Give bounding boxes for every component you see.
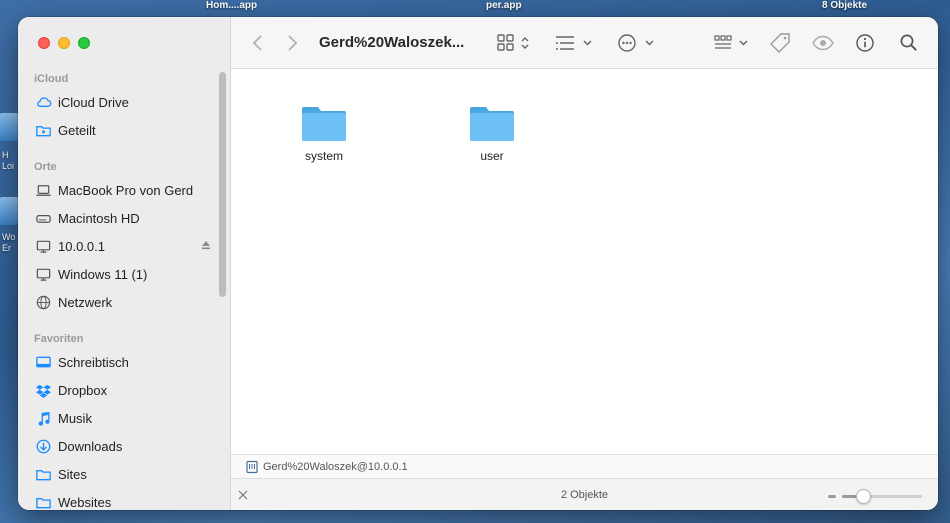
path-bar-item[interactable]: Gerd%20Waloszek@10.0.0.1 bbox=[263, 461, 408, 473]
back-button[interactable] bbox=[251, 31, 265, 55]
sidebar-item-geteilt[interactable]: Geteilt bbox=[34, 118, 214, 142]
window-controls bbox=[38, 37, 90, 49]
zoom-slider-min-mark bbox=[828, 495, 836, 498]
sidebar-item-label: MacBook Pro von Gerd bbox=[58, 182, 194, 198]
sidebar-item-label: Macintosh HD bbox=[58, 210, 140, 226]
grid-view-icon bbox=[497, 34, 529, 51]
desktop-icon bbox=[34, 353, 52, 371]
desktop-icon-label: Wo bbox=[2, 232, 16, 242]
action-button[interactable] bbox=[617, 31, 657, 55]
close-button[interactable] bbox=[38, 37, 50, 49]
toolbar: Gerd%20Waloszek... bbox=[231, 17, 938, 69]
sidebar-section-orte: Orte bbox=[34, 161, 57, 173]
search-button[interactable] bbox=[899, 31, 919, 55]
monitor-icon bbox=[34, 237, 52, 255]
sidebar-section-icloud: iCloud bbox=[34, 73, 69, 85]
sidebar-item-label: Netzwerk bbox=[58, 294, 113, 310]
sidebar-item-netzwerk[interactable]: Netzwerk bbox=[34, 290, 214, 314]
network-icon bbox=[34, 293, 52, 311]
sidebar-item-windows-11[interactable]: Windows 11 (1) bbox=[34, 262, 214, 286]
chevron-right-icon bbox=[288, 35, 298, 51]
sidebar-item-dropbox[interactable]: Dropbox bbox=[34, 378, 214, 402]
file-browser: system user bbox=[231, 69, 938, 454]
desktop-icon-label: Er bbox=[2, 243, 11, 253]
server-icon bbox=[246, 460, 258, 473]
sidebar-item-label: Websites bbox=[58, 494, 112, 510]
more-icon bbox=[618, 34, 654, 52]
zoom-button[interactable] bbox=[78, 37, 90, 49]
eject-icon[interactable] bbox=[200, 239, 212, 254]
music-icon bbox=[34, 409, 52, 427]
download-icon bbox=[34, 437, 52, 455]
view-mode-button[interactable] bbox=[496, 31, 536, 55]
desktop-icon-label: H bbox=[2, 150, 9, 160]
disk-icon bbox=[34, 209, 52, 227]
info-icon bbox=[856, 34, 874, 52]
search-icon bbox=[900, 34, 917, 51]
sidebar-item-label: 10.0.0.1 bbox=[58, 238, 105, 254]
sidebar-scrollbar[interactable] bbox=[219, 72, 226, 297]
desktop-label-home-app[interactable]: Hom....app bbox=[206, 0, 257, 11]
sidebar-item-schreibtisch[interactable]: Schreibtisch bbox=[34, 350, 214, 374]
quicklook-button[interactable] bbox=[811, 31, 835, 55]
tag-icon bbox=[770, 33, 790, 53]
dropbox-icon bbox=[34, 381, 52, 399]
group-button[interactable] bbox=[554, 31, 596, 55]
desktop-object-count: 8 Objekte bbox=[822, 0, 868, 11]
sidebar-item-macintosh-hd[interactable]: Macintosh HD bbox=[34, 206, 214, 230]
folder-icon bbox=[470, 107, 514, 141]
window-title: Gerd%20Waloszek... bbox=[319, 34, 465, 51]
forward-button[interactable] bbox=[285, 31, 299, 55]
sidebar-section-favoriten: Favoriten bbox=[34, 333, 84, 345]
sidebar-item-label: Schreibtisch bbox=[58, 354, 129, 370]
minimize-button[interactable] bbox=[58, 37, 70, 49]
sort-button[interactable] bbox=[713, 31, 753, 55]
status-bar: 2 Objekte bbox=[231, 478, 938, 510]
slider-knob[interactable] bbox=[856, 489, 872, 504]
sidebar-item-sites[interactable]: Sites bbox=[34, 462, 214, 486]
list-group-icon bbox=[556, 36, 592, 50]
eye-icon bbox=[812, 35, 834, 51]
sidebar-item-label: Windows 11 (1) bbox=[58, 266, 148, 282]
finder-window: iCloud iCloud Drive Geteilt Orte MacBook… bbox=[18, 17, 938, 510]
chevron-left-icon bbox=[252, 35, 262, 51]
icon-size-slider[interactable] bbox=[842, 489, 922, 504]
sidebar-item-label: Dropbox bbox=[58, 382, 108, 398]
laptop-icon bbox=[34, 181, 52, 199]
folder-item-user[interactable]: user bbox=[447, 103, 537, 163]
path-bar: Gerd%20Waloszek@10.0.0.1 bbox=[231, 454, 938, 478]
sidebar-item-musik[interactable]: Musik bbox=[34, 406, 214, 430]
sidebar: iCloud iCloud Drive Geteilt Orte MacBook… bbox=[18, 17, 231, 510]
sidebar-item-macbook[interactable]: MacBook Pro von Gerd bbox=[34, 178, 214, 202]
desktop-file-icon[interactable] bbox=[0, 197, 18, 225]
sidebar-item-icloud-drive[interactable]: iCloud Drive bbox=[34, 90, 214, 114]
sidebar-item-10-0-0-1[interactable]: 10.0.0.1 bbox=[34, 234, 214, 258]
desktop-label-per-app[interactable]: per.app bbox=[486, 0, 522, 11]
sidebar-item-label: Geteilt bbox=[58, 122, 96, 138]
shared-folder-icon bbox=[34, 121, 52, 139]
monitor-icon bbox=[34, 265, 52, 283]
sidebar-item-label: Sites bbox=[58, 466, 87, 482]
folder-item-system[interactable]: system bbox=[279, 103, 369, 163]
sidebar-item-label: Downloads bbox=[58, 438, 123, 454]
cloud-icon bbox=[34, 93, 52, 111]
folder-name: user bbox=[480, 149, 504, 163]
info-button[interactable] bbox=[855, 31, 875, 55]
sidebar-item-label: Musik bbox=[58, 410, 92, 426]
folder-icon bbox=[34, 465, 52, 483]
sidebar-item-downloads[interactable]: Downloads bbox=[34, 434, 214, 458]
arrange-icon bbox=[714, 35, 748, 49]
tag-button[interactable] bbox=[769, 31, 791, 55]
sidebar-item-label: iCloud Drive bbox=[58, 94, 129, 110]
desktop-icon-label: Loi bbox=[2, 161, 15, 171]
sidebar-item-websites[interactable]: Websites bbox=[34, 490, 214, 510]
folder-name: system bbox=[304, 149, 343, 163]
folder-icon bbox=[34, 493, 52, 510]
folder-icon bbox=[302, 107, 346, 141]
desktop-file-icon[interactable] bbox=[0, 113, 18, 141]
